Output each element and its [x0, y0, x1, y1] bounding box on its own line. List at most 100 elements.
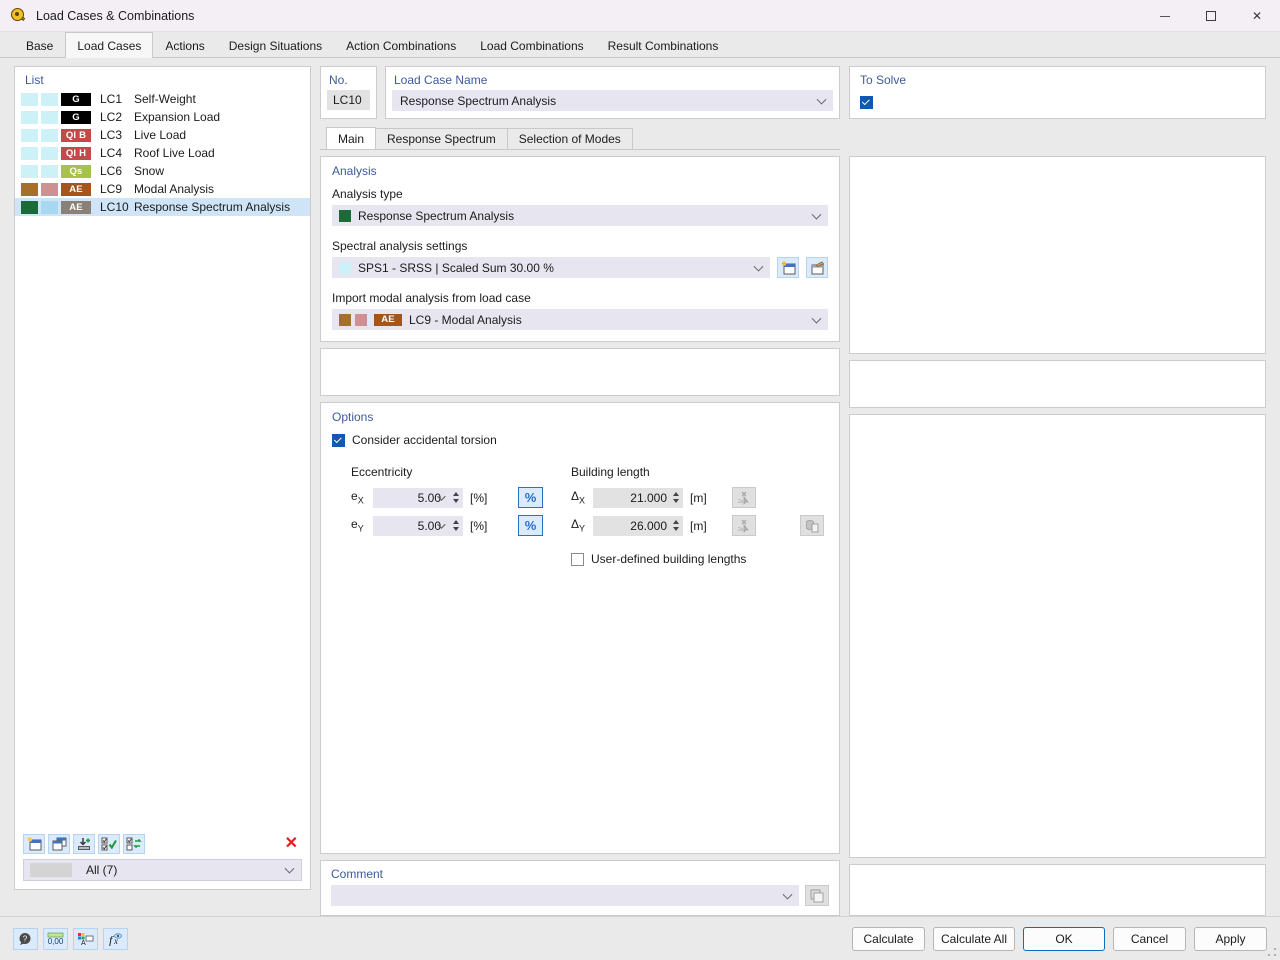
tab-action-combinations[interactable]: Action Combinations — [334, 33, 468, 58]
edit-spectral-settings-button[interactable] — [806, 257, 828, 278]
select-all-button[interactable] — [98, 834, 120, 854]
list-item[interactable]: QI B LC3 Live Load — [15, 126, 310, 144]
copy-load-case-button[interactable] — [48, 834, 70, 854]
copy-values-button[interactable] — [800, 515, 824, 536]
help-tool-button[interactable]: ? — [13, 928, 38, 950]
list-caption: List — [15, 67, 310, 90]
new-spectral-settings-icon — [781, 261, 796, 275]
tab-label: Actions — [165, 39, 204, 53]
comment-copy-button[interactable] — [805, 885, 829, 906]
load-case-number: LC9 — [100, 182, 126, 196]
copy-values-icon — [805, 519, 820, 533]
import-modal-value: LC9 - Modal Analysis — [409, 313, 522, 327]
color-swatch-primary — [21, 201, 38, 214]
tab-load-combinations[interactable]: Load Combinations — [468, 33, 595, 58]
load-case-number: LC1 — [100, 92, 126, 106]
dialog-action-buttons: Calculate Calculate All OK Cancel Apply — [852, 927, 1267, 951]
new-spectral-settings-button[interactable] — [777, 257, 799, 278]
cancel-button[interactable]: Cancel — [1113, 927, 1186, 951]
dy-value: 26.000 — [630, 519, 667, 533]
ey-input[interactable]: 5.00 — [373, 516, 463, 536]
analysis-group-title: Analysis — [332, 164, 828, 178]
color-swatch-secondary — [41, 165, 58, 178]
key-icon — [9, 7, 27, 25]
load-type-badge: Qs — [61, 165, 91, 178]
list-item[interactable]: Qs LC6 Snow — [15, 162, 310, 180]
close-button[interactable]: ✕ — [1234, 0, 1280, 32]
dy-pick-button[interactable]: 2x — [732, 515, 756, 536]
list-item[interactable]: G LC1 Self-Weight — [15, 90, 310, 108]
right-panel-main — [849, 414, 1266, 859]
to-solve-checkbox[interactable] — [860, 96, 873, 109]
load-case-list[interactable]: G LC1 Self-Weight G LC2 Expansion Load Q… — [15, 90, 310, 829]
ey-unit: [%] — [470, 519, 500, 533]
invert-selection-button[interactable] — [123, 834, 145, 854]
inner-tab-label: Response Spectrum — [387, 132, 496, 146]
stepper-up-icon[interactable] — [673, 492, 679, 496]
dx-input[interactable]: 21.000 — [593, 488, 683, 508]
list-item[interactable]: AE LC9 Modal Analysis — [15, 180, 310, 198]
stepper-down-icon[interactable] — [673, 527, 679, 531]
ex-percent-button[interactable]: % — [518, 487, 543, 508]
window-title: Load Cases & Combinations — [36, 9, 194, 23]
stepper-up-icon[interactable] — [453, 520, 459, 524]
button-label: Apply — [1215, 932, 1245, 946]
stepper-up-icon[interactable] — [453, 492, 459, 496]
list-item[interactable]: QI H LC4 Roof Live Load — [15, 144, 310, 162]
tab-selection-of-modes[interactable]: Selection of Modes — [507, 128, 633, 149]
load-case-number: LC2 — [100, 110, 126, 124]
load-case-name-input[interactable]: Response Spectrum Analysis — [392, 90, 833, 111]
maximize-button[interactable] — [1188, 0, 1234, 32]
list-filter-combo[interactable]: All (7) — [23, 859, 302, 881]
user-defined-lengths-checkbox[interactable] — [571, 553, 584, 566]
import-color-swatch-secondary — [355, 314, 367, 326]
ey-percent-button[interactable]: % — [518, 515, 543, 536]
spectral-settings-select[interactable]: SPS1 - SRSS | Scaled Sum 30.00 % — [332, 257, 770, 278]
ok-button[interactable]: OK — [1023, 927, 1105, 951]
units-tool-button[interactable]: A — [73, 928, 98, 950]
stepper-down-icon[interactable] — [673, 499, 679, 503]
ey-stepper[interactable] — [453, 516, 459, 536]
resize-grip[interactable] — [1267, 947, 1277, 957]
calculate-button[interactable]: Calculate — [852, 927, 925, 951]
comment-input[interactable] — [331, 885, 799, 906]
tab-result-combinations[interactable]: Result Combinations — [596, 33, 731, 58]
ex-input[interactable]: 5.00 — [373, 488, 463, 508]
tab-base[interactable]: Base — [14, 33, 65, 58]
tab-load-cases[interactable]: Load Cases — [65, 32, 153, 58]
dy-stepper[interactable] — [673, 516, 679, 536]
list-item[interactable]: G LC2 Expansion Load — [15, 108, 310, 126]
import-color-swatch-primary — [339, 314, 351, 326]
formula-tool-button[interactable]: f x — [103, 928, 128, 950]
color-swatch-secondary — [41, 183, 58, 196]
delete-load-case-button[interactable]: ✕ — [285, 836, 298, 852]
list-toolbar: ✕ — [15, 829, 310, 859]
consider-torsion-row[interactable]: Consider accidental torsion — [332, 433, 828, 447]
tab-main[interactable]: Main — [326, 127, 376, 149]
maximize-icon — [1206, 11, 1216, 21]
stepper-down-icon[interactable] — [453, 527, 459, 531]
tab-response-spectrum[interactable]: Response Spectrum — [375, 128, 508, 149]
tab-actions[interactable]: Actions — [153, 33, 216, 58]
ex-stepper[interactable] — [453, 488, 459, 508]
decimals-tool-button[interactable]: 0,00 — [43, 928, 68, 950]
import-modal-select[interactable]: AE LC9 - Modal Analysis — [332, 309, 828, 330]
new-load-case-button[interactable] — [23, 834, 45, 854]
stepper-up-icon[interactable] — [673, 520, 679, 524]
list-item-selected[interactable]: AE LC10 Response Spectrum Analysis — [15, 198, 310, 216]
minimize-button[interactable] — [1142, 0, 1188, 32]
import-modal-label: Import modal analysis from load case — [332, 291, 828, 305]
apply-button[interactable]: Apply — [1194, 927, 1267, 951]
window-controls: ✕ — [1142, 0, 1280, 32]
dx-pick-button[interactable]: 2x — [732, 487, 756, 508]
dy-input[interactable]: 26.000 — [593, 516, 683, 536]
analysis-type-select[interactable]: Response Spectrum Analysis — [332, 205, 828, 226]
consider-torsion-checkbox[interactable] — [332, 434, 345, 447]
tab-design-situations[interactable]: Design Situations — [217, 33, 334, 58]
right-panel-middle — [849, 360, 1266, 408]
stepper-down-icon[interactable] — [453, 499, 459, 503]
user-defined-lengths-row[interactable]: User-defined building lengths — [571, 552, 824, 566]
dx-stepper[interactable] — [673, 488, 679, 508]
calculate-all-button[interactable]: Calculate All — [933, 927, 1015, 951]
import-load-case-button[interactable] — [73, 834, 95, 854]
